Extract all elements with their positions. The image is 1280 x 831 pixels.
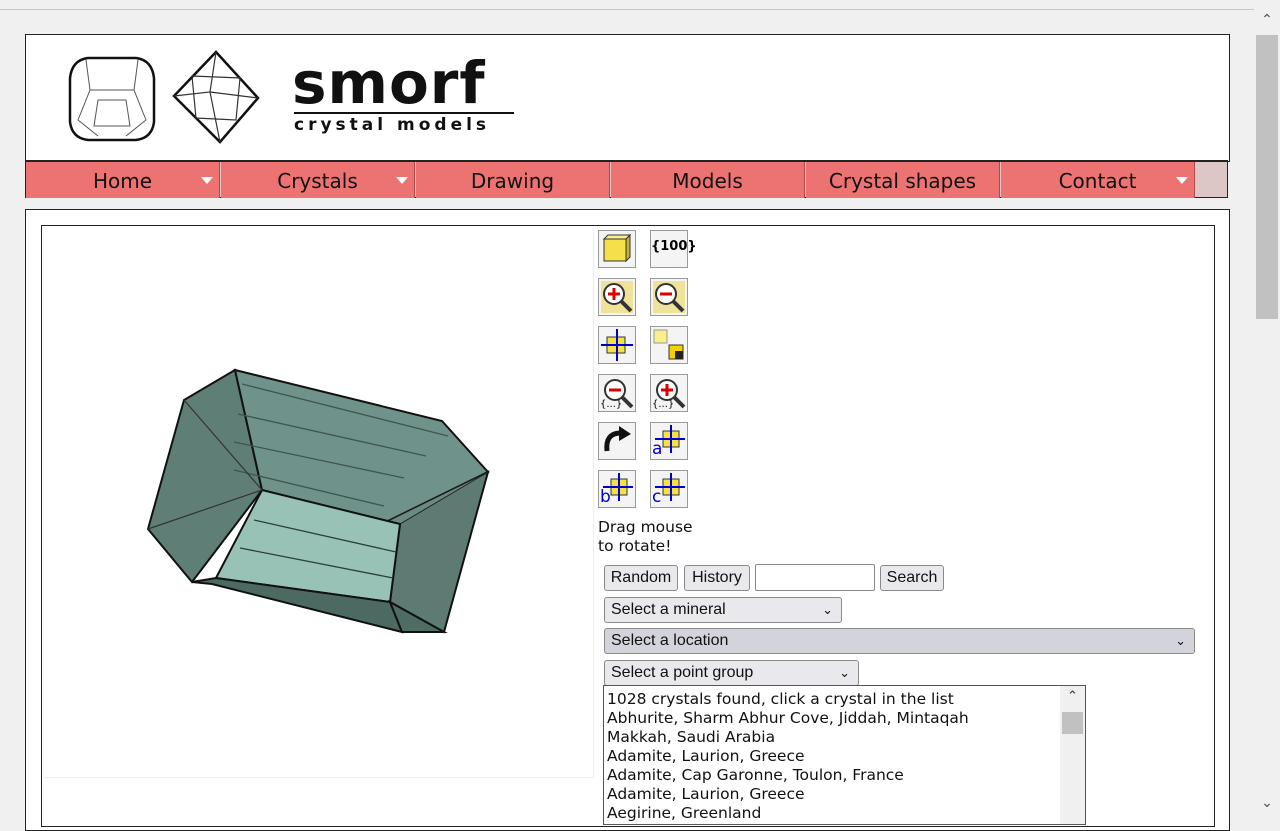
scroll-up-icon[interactable]: ⌃ bbox=[1254, 11, 1280, 29]
list-item[interactable]: Adamite, Laurion, Greece bbox=[607, 747, 805, 766]
miller-index-100-icon[interactable]: {100} bbox=[650, 230, 697, 268]
nav-item-drawing[interactable]: Drawing bbox=[416, 162, 610, 198]
chevron-up-icon[interactable]: ⌃ bbox=[1060, 686, 1085, 708]
crystal-logo-icon bbox=[68, 50, 260, 144]
nav-item-label: Contact bbox=[1058, 169, 1137, 193]
search-button[interactable]: Search bbox=[880, 565, 944, 591]
nav-item-label: Crystals bbox=[277, 169, 358, 193]
nav-item-home[interactable]: Home bbox=[26, 162, 220, 198]
rotate-hint: Drag mouse to rotate! bbox=[598, 518, 693, 556]
zoom-in-icon[interactable] bbox=[598, 278, 636, 316]
dropdown-caret-icon[interactable] bbox=[396, 177, 408, 184]
history-button[interactable]: History bbox=[684, 565, 750, 591]
list-scrollbar-thumb[interactable] bbox=[1062, 712, 1083, 734]
nav-item-contact[interactable]: Contact bbox=[1001, 162, 1195, 198]
nav-item-crystal-shapes[interactable]: Crystal shapes bbox=[806, 162, 1000, 198]
browser-top-strip bbox=[0, 0, 1280, 10]
nav-item-models[interactable]: Models bbox=[611, 162, 805, 198]
list-item[interactable]: Aegirine, Greenland bbox=[607, 804, 761, 823]
crystal-list[interactable]: 1028 crystals found, click a crystal in … bbox=[603, 685, 1086, 825]
page-scrollbar[interactable]: ⌃ ⌄ bbox=[1254, 9, 1280, 816]
main-nav: Home Crystals Drawing Models Crystal sha… bbox=[25, 160, 1228, 198]
list-item[interactable]: 1028 crystals found, click a crystal in … bbox=[607, 690, 954, 709]
mineral-select-value: Select a mineral bbox=[611, 601, 726, 618]
random-button[interactable]: Random bbox=[604, 565, 678, 591]
zoom-out-alt-icon[interactable]: {...} bbox=[650, 374, 688, 412]
search-input[interactable] bbox=[755, 564, 875, 591]
location-select[interactable]: Select a location ⌄ bbox=[604, 628, 1195, 654]
unit-cell-icon[interactable] bbox=[598, 230, 636, 268]
list-scrollbar[interactable]: ⌃ bbox=[1060, 686, 1085, 824]
dropdown-caret-icon[interactable] bbox=[1176, 177, 1188, 184]
axis-b-icon[interactable]: b bbox=[598, 470, 636, 508]
axis-c-label: c bbox=[652, 487, 662, 507]
axis-b-label: b bbox=[600, 487, 611, 507]
nav-item-label: Models bbox=[672, 169, 743, 193]
chevron-down-icon: ⌄ bbox=[1175, 633, 1186, 648]
hint-line-1: Drag mouse bbox=[598, 518, 693, 536]
hint-line-2: to rotate! bbox=[598, 537, 672, 555]
scroll-down-icon[interactable]: ⌄ bbox=[1254, 794, 1280, 812]
nav-item-label: Drawing bbox=[470, 169, 555, 193]
zoom-out-icon[interactable] bbox=[650, 278, 688, 316]
zoom-in-alt-icon[interactable]: {...} bbox=[598, 374, 636, 412]
crystal-viewer[interactable] bbox=[44, 228, 594, 778]
pointgroup-select[interactable]: Select a point group ⌄ bbox=[604, 660, 859, 686]
list-item[interactable]: Abhurite, Sharm Abhur Cove, Jiddah, Mint… bbox=[607, 709, 969, 728]
svg-text:{...}: {...} bbox=[652, 399, 674, 410]
chevron-down-icon: ⌄ bbox=[822, 602, 833, 617]
list-item[interactable]: Makkah, Saudi Arabia bbox=[607, 728, 775, 747]
list-item[interactable]: Adamite, Cap Garonne, Toulon, France bbox=[607, 766, 904, 785]
location-select-value: Select a location bbox=[611, 632, 729, 649]
mineral-select[interactable]: Select a mineral ⌄ bbox=[604, 597, 842, 623]
axis-a-icon[interactable]: a bbox=[650, 422, 688, 460]
axis-c-icon[interactable]: c bbox=[650, 470, 688, 508]
nav-item-crystals[interactable]: Crystals bbox=[221, 162, 415, 198]
chevron-down-icon: ⌄ bbox=[839, 665, 850, 680]
page-scrollbar-thumb[interactable] bbox=[1256, 35, 1278, 319]
axes-icon[interactable] bbox=[598, 326, 636, 364]
logo-brand: smorf bbox=[292, 49, 486, 117]
svg-text:{...}: {...} bbox=[600, 399, 622, 410]
logo-tagline: crystal models bbox=[294, 112, 514, 135]
miller-label: {100} bbox=[651, 239, 697, 254]
axis-a-label: a bbox=[652, 439, 663, 459]
nav-item-label: Home bbox=[92, 169, 153, 193]
pointgroup-select-value: Select a point group bbox=[611, 664, 754, 681]
dropdown-caret-icon[interactable] bbox=[201, 177, 213, 184]
face-color-icon[interactable] bbox=[650, 326, 688, 364]
crystal-model[interactable] bbox=[44, 228, 593, 777]
nav-item-label: Crystal shapes bbox=[828, 169, 977, 193]
rotate-icon[interactable] bbox=[598, 422, 636, 460]
list-item[interactable]: Adamite, Laurion, Greece bbox=[607, 785, 805, 804]
